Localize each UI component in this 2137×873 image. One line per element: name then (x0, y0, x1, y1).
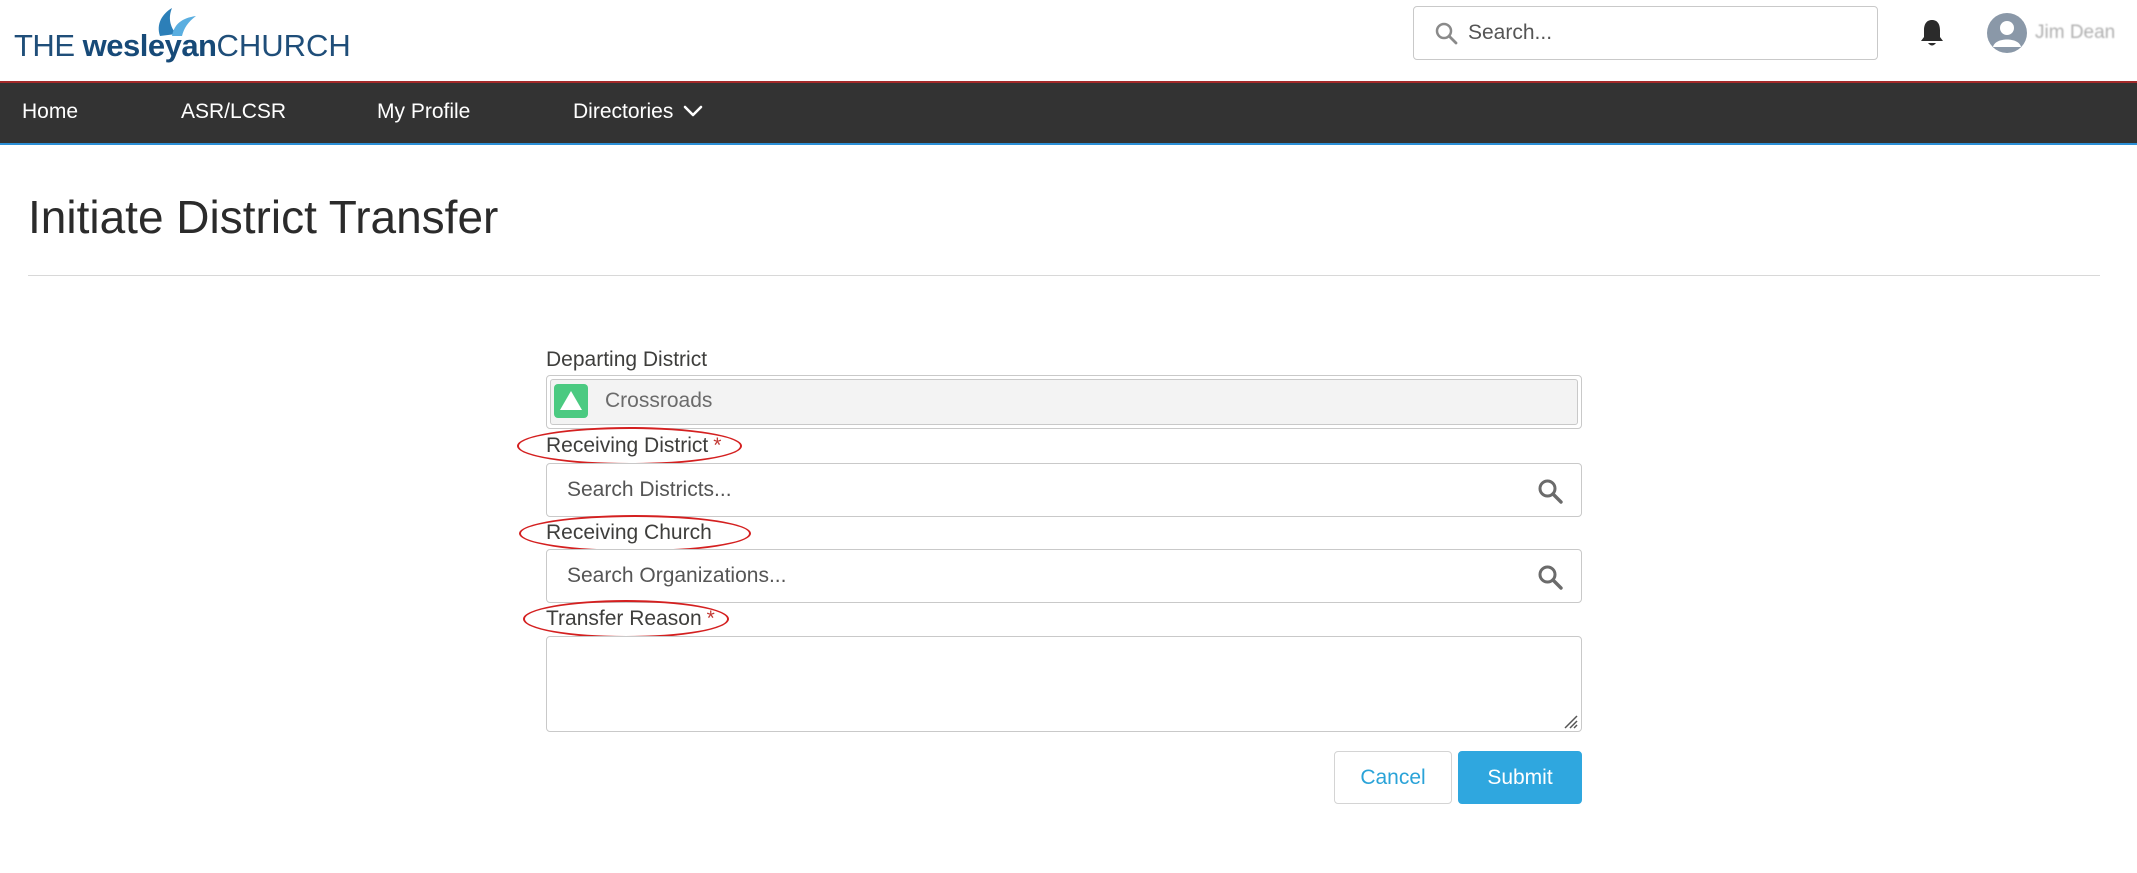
district-icon (554, 384, 588, 418)
nav-item-my-profile[interactable]: My Profile (377, 100, 470, 124)
search-icon (1435, 22, 1458, 45)
receiving-church-label: Receiving Church (546, 521, 712, 544)
search-icon[interactable] (1537, 478, 1563, 504)
page-title: Initiate District Transfer (28, 191, 499, 243)
nav-item-directories[interactable]: Directories (573, 100, 703, 124)
global-search[interactable] (1413, 6, 1878, 60)
departing-district-label: Departing District (546, 348, 708, 371)
bell-icon[interactable] (1919, 18, 1945, 48)
receiving-district-input[interactable] (567, 473, 1507, 507)
transfer-reason-label: Transfer Reason * (546, 607, 715, 631)
required-marker: * (706, 607, 715, 630)
transfer-reason-label-text: Transfer Reason (546, 607, 702, 630)
receiving-church-lookup[interactable] (546, 549, 1582, 603)
receiving-church-input[interactable] (567, 559, 1507, 593)
nav-item-home[interactable]: Home (22, 100, 78, 124)
nav-item-asr-lcsr[interactable]: ASR/LCSR (181, 100, 286, 124)
nav-item-directories-label: Directories (573, 100, 674, 123)
departing-district-field: Crossroads (546, 375, 1582, 429)
required-marker: * (713, 434, 722, 457)
departing-district-value: Crossroads (605, 389, 713, 412)
header: THE wesleyanCHURCH Jim Dean (0, 0, 2137, 81)
global-search-input[interactable] (1468, 15, 1858, 51)
wesleyan-church-logo[interactable]: THE wesleyanCHURCH (14, 4, 351, 64)
submit-button[interactable]: Submit (1458, 751, 1582, 804)
user-avatar-icon[interactable] (1987, 13, 2027, 53)
resize-handle-icon[interactable] (1562, 713, 1578, 729)
receiving-district-label-text: Receiving District (546, 434, 709, 457)
cancel-button[interactable]: Cancel (1334, 751, 1452, 804)
chevron-down-icon (684, 105, 703, 117)
receiving-district-label: Receiving District * (546, 434, 721, 458)
flame-logo-icon (158, 8, 196, 36)
main-navigation: Home ASR/LCSR My Profile Directories (0, 81, 2137, 145)
receiving-district-lookup[interactable] (546, 463, 1582, 517)
title-divider (28, 275, 2100, 276)
transfer-reason-textarea[interactable] (546, 636, 1582, 732)
user-name[interactable]: Jim Dean (2035, 22, 2115, 44)
search-icon[interactable] (1537, 564, 1563, 590)
